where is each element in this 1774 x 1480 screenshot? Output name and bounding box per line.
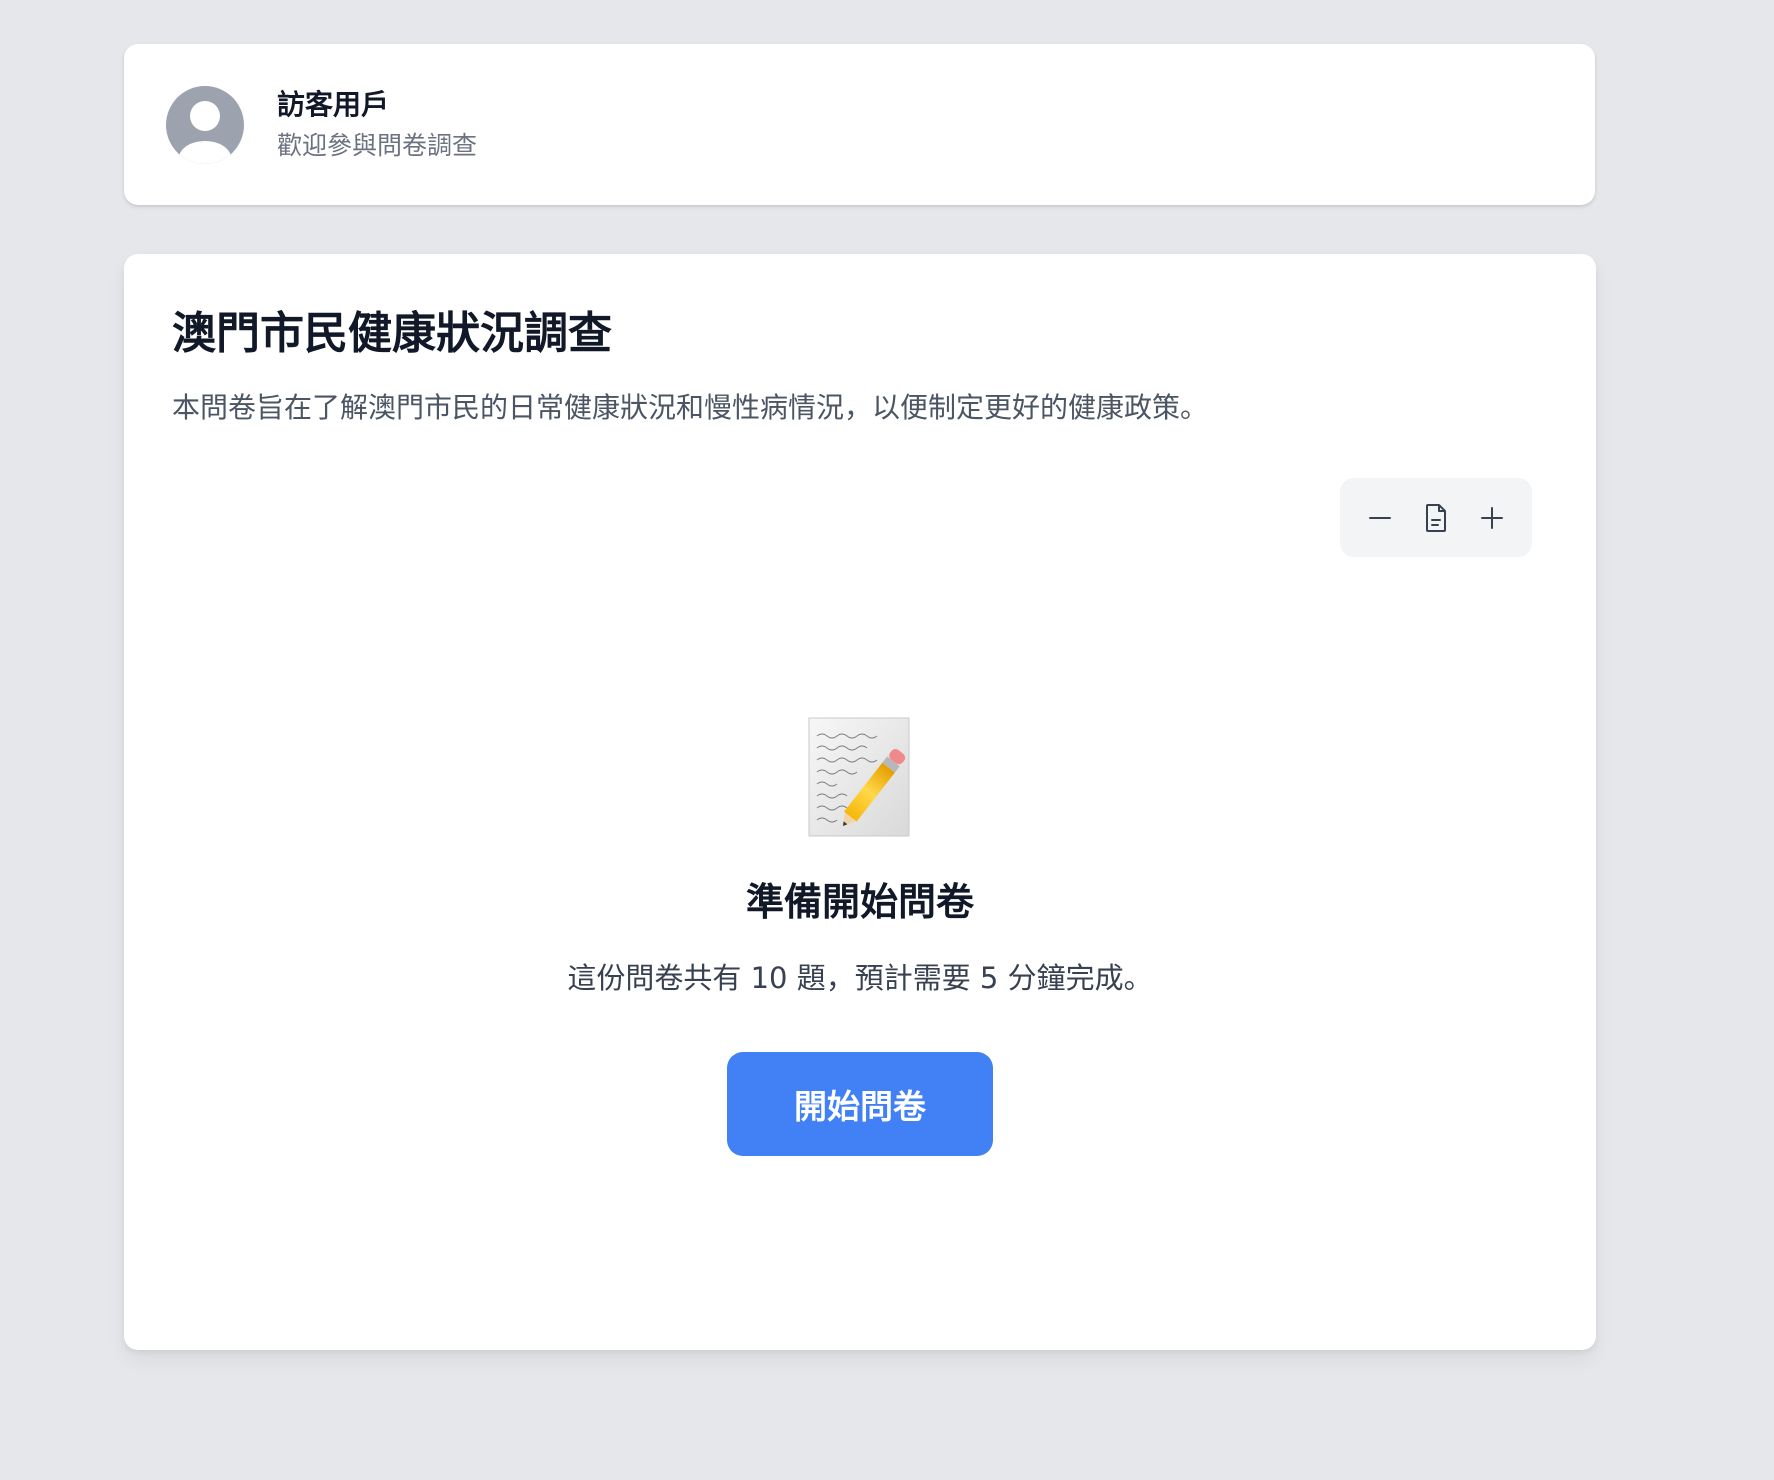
document-button[interactable] <box>1414 496 1458 540</box>
user-name: 訪客用戶 <box>277 87 390 121</box>
user-info: 訪客用戶 歡迎參與問卷調查 <box>277 85 477 165</box>
survey-card: 澳門市民健康狀況調查 本問卷旨在了解澳門市民的日常健康狀況和慢性病情況，以便制定… <box>124 254 1596 1350</box>
zoom-in-button[interactable] <box>1470 496 1514 540</box>
avatar <box>166 85 244 164</box>
document-icon <box>1426 503 1446 532</box>
plus-icon <box>1481 506 1503 529</box>
user-card: 訪客用戶 歡迎參與問卷調查 <box>124 44 1595 205</box>
zoom-controls <box>1340 478 1532 557</box>
survey-description: 本問卷旨在了解澳門市民的日常健康狀況和慢性病情況，以便制定更好的健康政策。 <box>172 391 1209 424</box>
memo-icon <box>808 717 910 837</box>
ready-title: 準備開始問卷 <box>745 880 974 924</box>
survey-intro: 準備開始問卷 這份問卷共有 10 題，預計需要 5 分鐘完成。 開始問卷 <box>124 716 1596 1156</box>
minus-icon <box>1369 516 1391 519</box>
ready-description: 這份問卷共有 10 題，預計需要 5 分鐘完成。 <box>567 961 1153 995</box>
user-subtitle: 歡迎參與問卷調查 <box>277 130 478 160</box>
user-avatar-icon <box>179 100 231 164</box>
zoom-out-button[interactable] <box>1358 496 1402 540</box>
survey-title: 澳門市民健康狀況調查 <box>172 308 612 359</box>
start-survey-button[interactable]: 開始問卷 <box>727 1052 993 1156</box>
